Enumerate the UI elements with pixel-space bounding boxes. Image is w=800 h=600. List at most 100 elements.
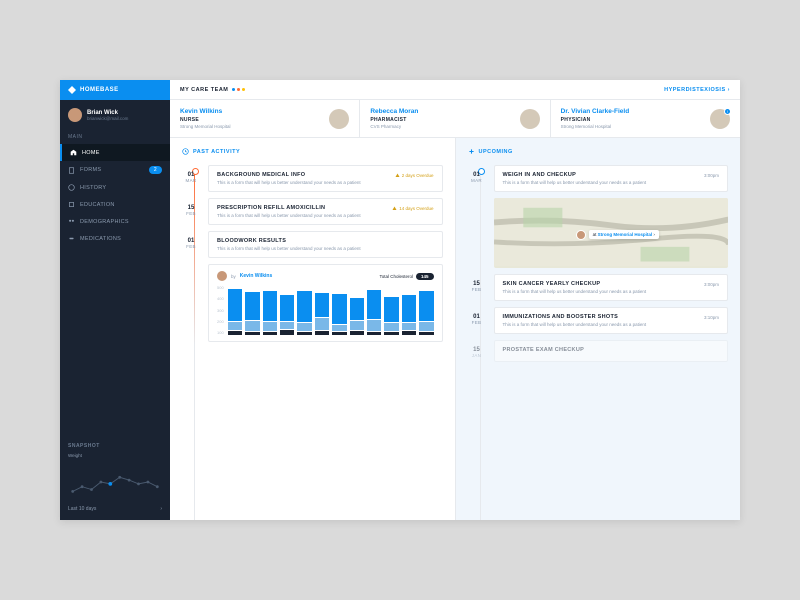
app-window: HOMEBASE Brian Wick brianwick@mail.com M… [60,80,740,520]
topbar: MY CARE TEAM HYPERDISTEXIOSIS › [170,80,740,100]
map-location: Strong Memorial Hospital [598,232,653,237]
team-role: PHYSICIAN [561,117,630,123]
metric-label: Total Cholesterol [379,274,413,279]
brand-bar[interactable]: HOMEBASE [60,80,170,100]
team-name: Dr. Vivian Clarke-Field [561,108,630,115]
avatar [576,230,586,240]
column-header: UPCOMING [468,148,729,155]
team-role: PHARMACIST [370,117,418,123]
upcoming-item[interactable]: 15JAN PROSTATE EXAM CHECKUP [494,340,729,362]
team-org: Strong Memorial Hospital [561,124,630,129]
chevron-right-icon[interactable]: › [160,506,162,512]
team-card[interactable]: Kevin Wilkins NURSEStrong Memorial Hospit… [170,100,360,137]
sidebar: HOMEBASE Brian Wick brianwick@mail.com M… [60,80,170,520]
team-card[interactable]: Rebecca Moran PHARMACISTCVS Pharmacy [360,100,550,137]
item-desc: This is a form that will help us better … [503,322,720,327]
nav-medications[interactable]: MEDICATIONS [60,230,170,247]
overdue-badge: 14 days Overdue [392,206,433,211]
timeline-line [480,170,481,520]
activity-item[interactable]: 01MAR BACKGROUND MEDICAL INFO2 days Over… [208,165,443,192]
item-time: 3:10pm [704,315,719,320]
team-card[interactable]: Dr. Vivian Clarke-Field PHYSICIANStrong M… [551,100,740,137]
item-title: BLOODWORK RESULTS [217,238,286,244]
nav-badge: 2 [149,166,162,174]
home-icon [70,149,77,156]
nav: HOME FORMS 2 HISTORY EDUCATION DEMOGRAPHI… [60,144,170,247]
item-title: PROSTATE EXAM CHECKUP [503,347,585,353]
nav-section-label: MAIN [60,130,170,144]
chart-author: Kevin Wilkins [240,273,272,279]
nav-demographics[interactable]: DEMOGRAPHICS [60,213,170,230]
item-title: IMMUNIZATIONS AND BOOSTER SHOTS [503,314,619,320]
topbar-condition[interactable]: HYPERDISTEXIOSIS › [664,87,730,93]
team-org: Strong Memorial Hospital [180,124,231,129]
care-team-row: Kevin WilkinsNURSEStrong Memorial Hospit… [170,100,740,138]
clipboard-icon [68,167,75,174]
nav-forms[interactable]: FORMS 2 [60,161,170,179]
item-time: 3:00pm [704,282,719,287]
nav-label: FORMS [80,167,101,173]
users-icon [68,218,75,225]
column-header: PAST ACTIVITY [182,148,443,155]
timeline-line [194,170,195,520]
nav-history[interactable]: HISTORY [60,179,170,196]
overdue-badge: 2 days Overdue [395,173,434,178]
nav-label: EDUCATION [80,202,115,208]
snapshot-panel: SNAPSHOT Weight Last 10 days › [60,435,170,520]
item-title: BACKGROUND MEDICAL INFO [217,172,305,178]
item-desc: This is a form that will help us better … [503,180,720,185]
bar-chart: 500400300200100 [217,285,434,335]
brand-logo-icon [68,86,76,94]
warning-icon [395,173,400,178]
item-title: PRESCRIPTION REFILL AMOXICILLIN [217,205,325,211]
item-title: WEIGH IN AND CHECKUP [503,172,577,178]
avatar [520,109,540,129]
nav-home[interactable]: HOME [60,144,170,161]
book-icon [68,201,75,208]
plus-icon [468,148,475,155]
team-dots [232,88,245,91]
upcoming-item[interactable]: 15FEB SKIN CANCER YEARLY CHECKUP3:00pm T… [494,274,729,301]
snapshot-legend: Weight [68,453,162,458]
upcoming-column: UPCOMING 01MAR WEIGH IN AND CHECKUP3:00p… [455,138,741,520]
avatar [68,108,82,122]
history-icon [182,148,189,155]
nav-label: HISTORY [80,185,106,191]
activity-item[interactable]: 15FEB PRESCRIPTION REFILL AMOXICILLIN14 … [208,198,443,225]
avatar [217,271,227,281]
main: MY CARE TEAM HYPERDISTEXIOSIS › Kevin Wi… [170,80,740,520]
item-time: 3:00pm [704,173,719,178]
item-title: SKIN CANCER YEARLY CHECKUP [503,281,601,287]
avatar [329,109,349,129]
columns: PAST ACTIVITY 01MAR BACKGROUND MEDICAL I… [170,138,740,520]
user-email: brianwick@mail.com [87,116,128,121]
alert-badge: ! [724,108,731,115]
snapshot-footer: Last 10 days [68,506,96,512]
past-activity-column: PAST ACTIVITY 01MAR BACKGROUND MEDICAL I… [170,138,455,520]
team-role: NURSE [180,117,231,123]
metric-value: 145 [416,273,434,280]
team-name: Kevin Wilkins [180,108,231,115]
map-pin[interactable]: at Strong Memorial Hospital › [576,230,659,240]
nav-label: DEMOGRAPHICS [80,219,129,225]
upcoming-item[interactable]: 01FEB IMMUNIZATIONS AND BOOSTER SHOTS3:1… [494,307,729,334]
activity-item[interactable]: 01FEB BLOODWORK RESULTS This is a form t… [208,231,443,258]
upcoming-item[interactable]: 01MAR WEIGH IN AND CHECKUP3:00pm This is… [494,165,729,192]
item-desc: This is a form that will help us better … [217,180,434,185]
item-desc: This is a form that will help us better … [217,213,434,218]
item-desc: This is a form that will help us better … [217,246,434,251]
map[interactable]: at Strong Memorial Hospital › [494,198,729,268]
team-name: Rebecca Moran [370,108,418,115]
topbar-title: MY CARE TEAM [180,87,228,93]
pill-icon [68,235,75,242]
cholesterol-chart: by Kevin Wilkins Total Cholesterol145 50… [208,264,443,342]
warning-icon [392,206,397,211]
nav-label: HOME [82,150,100,156]
user-block[interactable]: Brian Wick brianwick@mail.com [60,100,170,130]
nav-label: MEDICATIONS [80,236,121,242]
snapshot-title: SNAPSHOT [68,443,162,449]
nav-education[interactable]: EDUCATION [60,196,170,213]
brand-label: HOMEBASE [80,87,119,93]
snapshot-sparkline [68,462,162,502]
team-org: CVS Pharmacy [370,124,418,129]
